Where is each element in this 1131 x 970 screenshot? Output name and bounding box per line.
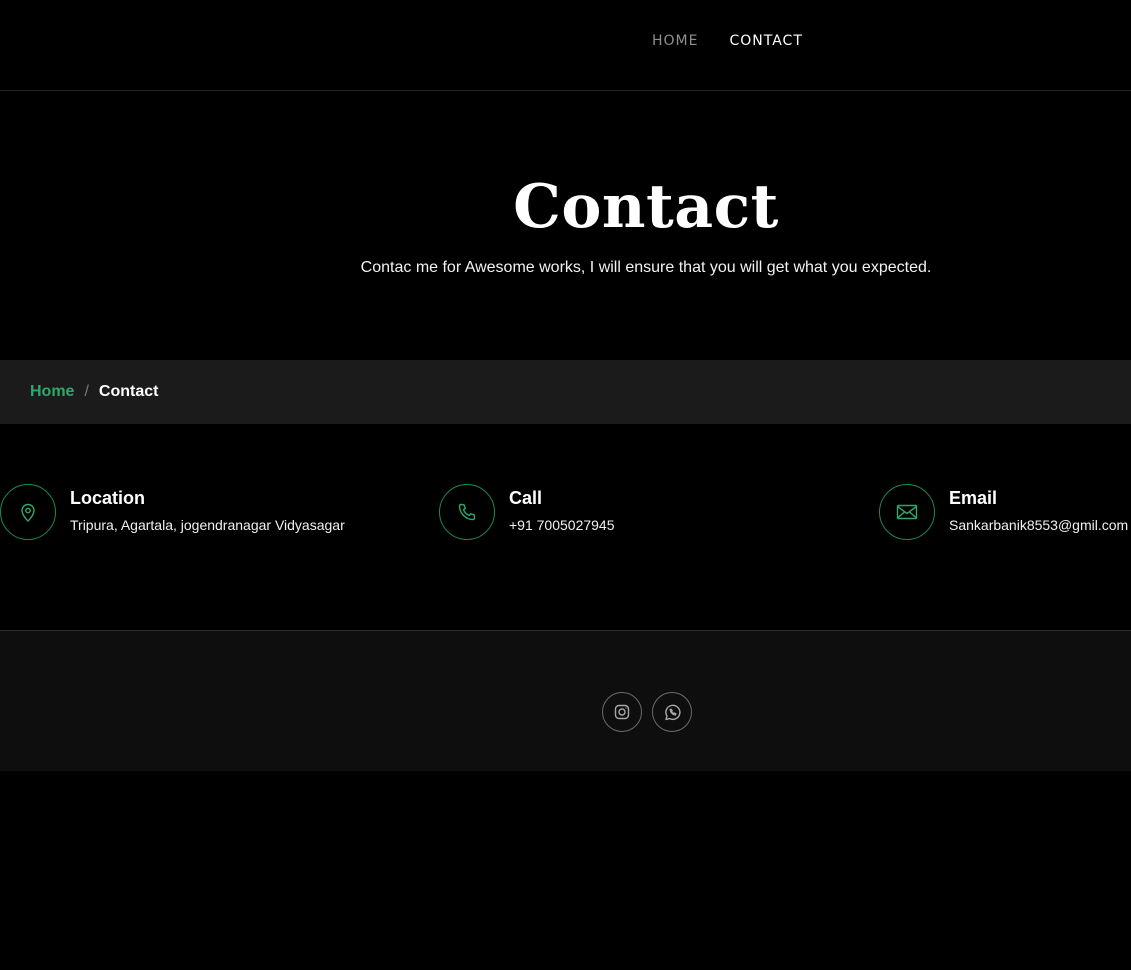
- top-navbar: HOME CONTACT: [0, 0, 1131, 91]
- phone-icon: [458, 503, 476, 521]
- info-value: Sankarbanik8553@gmil.com: [949, 517, 1129, 533]
- page-subtitle: Contac me for Awesome works, I will ensu…: [360, 259, 932, 276]
- nav-link-home[interactable]: HOME: [652, 31, 698, 51]
- location-icon-circle: [0, 484, 56, 540]
- info-email: Email Sankarbanik8553@gmil.com: [879, 484, 1131, 540]
- info-value: Tripura, Agartala, jogendranagar Vidyasa…: [70, 517, 345, 533]
- info-title: Email: [949, 488, 998, 508]
- instagram-icon: [614, 704, 630, 720]
- map-pin-icon: [21, 503, 35, 522]
- page-title: Contact: [513, 172, 779, 242]
- breadcrumb-separator: /: [84, 383, 89, 400]
- breadcrumb-current: Contact: [98, 383, 159, 400]
- nav-link-contact[interactable]: CONTACT: [729, 31, 802, 51]
- breadcrumb-home-link[interactable]: Home: [30, 381, 74, 403]
- page-hero: Contact Contac me for Awesome works, I w…: [0, 91, 1131, 360]
- whatsapp-link[interactable]: [652, 692, 692, 732]
- info-value: +91 7005027945: [509, 517, 615, 533]
- whatsapp-icon: [664, 704, 681, 720]
- call-icon-circle: [439, 484, 495, 540]
- main-nav: HOME CONTACT: [652, 31, 803, 51]
- info-location: Location Tripura, Agartala, jogendranaga…: [0, 484, 400, 540]
- info-title: Location: [70, 488, 145, 508]
- email-icon-circle: [879, 484, 935, 540]
- breadcrumb: Home / Contact: [30, 381, 158, 403]
- info-title: Call: [509, 488, 543, 508]
- breadcrumb-bar: Home / Contact: [0, 360, 1131, 424]
- instagram-link[interactable]: [602, 692, 642, 732]
- envelope-icon: [896, 504, 918, 520]
- footer: [0, 630, 1131, 771]
- info-call: Call +91 7005027945: [439, 484, 839, 540]
